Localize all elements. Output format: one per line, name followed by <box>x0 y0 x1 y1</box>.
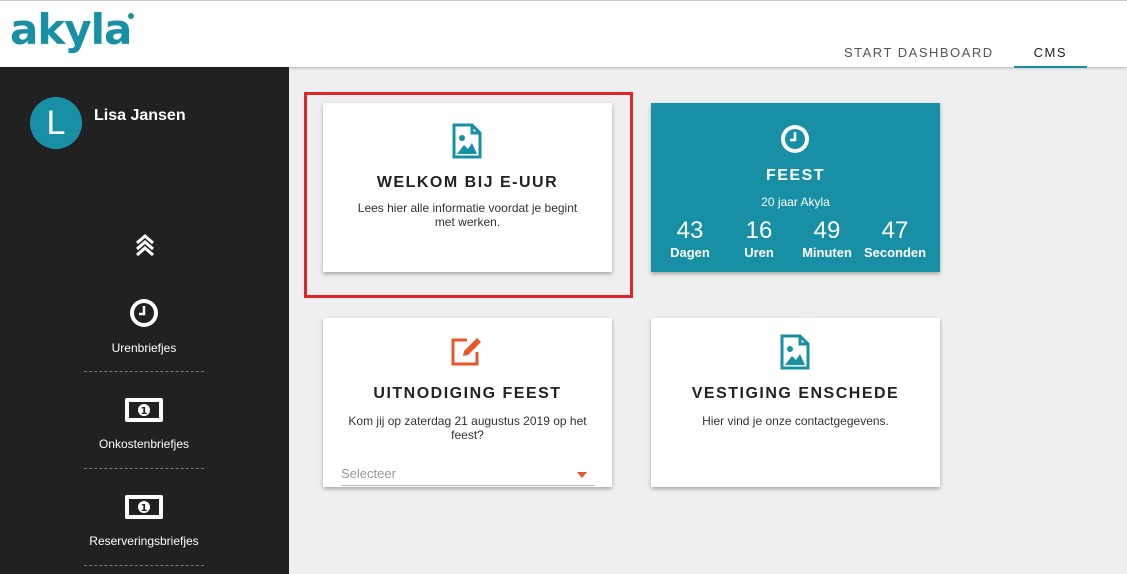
countdown-days: 43 Dagen <box>655 217 725 260</box>
image-file-icon <box>780 334 810 370</box>
akyla-logo[interactable]: akyla <box>10 9 132 51</box>
rsvp-select[interactable]: Selecteer <box>341 460 595 486</box>
card-title: WELKOM BIJ E-UUR <box>376 174 559 191</box>
sidebar-item-label: Urenbriefjes <box>111 341 177 355</box>
menu-divider <box>84 371 204 372</box>
svg-text:1: 1 <box>141 503 148 514</box>
select-placeholder: Selecteer <box>341 466 396 481</box>
card-title: UITNODIGING FEEST <box>373 385 562 402</box>
card-uitnodiging[interactable]: UITNODIGING FEEST Kom jij op zaterdag 21… <box>323 318 612 487</box>
sidebar-item-label: Onkostenbriefjes <box>98 437 190 451</box>
card-feest[interactable]: FEEST 20 jaar Akyla 43 Dagen 16 Uren 49 … <box>651 103 940 272</box>
countdown-value: 43 <box>676 217 704 244</box>
countdown-hours: 16 Uren <box>724 217 794 260</box>
sidebar: L Lisa Jansen Urenbriefjes 1 Onkostenbri… <box>0 67 289 574</box>
clock-icon <box>781 125 809 153</box>
card-text: Kom jij op zaterdag 21 augustus 2019 op … <box>348 414 587 442</box>
card-text: Hier vind je onze contactgegevens. <box>702 414 889 428</box>
user-name: Lisa Jansen <box>94 107 186 124</box>
countdown-value: 47 <box>881 217 909 244</box>
image-file-icon <box>452 123 482 159</box>
svg-text:1: 1 <box>141 406 148 417</box>
clock-icon <box>130 299 158 327</box>
sidebar-item-reserveringsbriefjes[interactable]: 1 Reserveringsbriefjes <box>84 494 204 548</box>
card-welkom[interactable]: WELKOM BIJ E-UUR Lees hier alle informat… <box>323 103 612 272</box>
card-subtitle: 20 jaar Akyla <box>761 195 830 209</box>
card-title: FEEST <box>765 167 826 184</box>
countdown-label: Uren <box>744 245 774 260</box>
menu-divider <box>84 468 204 469</box>
countdown-value: 49 <box>813 217 841 244</box>
countdown-seconds: 47 Seconden <box>860 217 930 260</box>
card-text: Lees hier alle informatie voordat je beg… <box>357 201 578 229</box>
top-nav: START DASHBOARD CMS <box>824 37 1087 68</box>
sidebar-item-onkostenbriefjes[interactable]: 1 Onkostenbriefjes <box>84 397 204 451</box>
top-header: akyla START DASHBOARD CMS <box>0 0 1127 68</box>
menu-divider <box>84 565 204 566</box>
countdown-minutes: 49 Minuten <box>792 217 862 260</box>
tab-cms[interactable]: CMS <box>1013 37 1087 68</box>
sidebar-item-label: Reserveringsbriefjes <box>89 534 199 548</box>
countdown-label: Seconden <box>863 245 927 260</box>
countdown-label: Dagen <box>670 245 710 260</box>
card-vestiging[interactable]: VESTIGING ENSCHEDE Hier vind je onze con… <box>651 318 940 487</box>
card-title: VESTIGING ENSCHEDE <box>691 385 900 402</box>
sidebar-item-urenbriefjes[interactable]: Urenbriefjes <box>84 297 204 355</box>
edit-icon <box>451 338 481 366</box>
double-chevron-up-icon[interactable] <box>134 232 156 256</box>
tab-start-dashboard[interactable]: START DASHBOARD <box>824 37 1014 68</box>
banknote-icon: 1 <box>125 398 163 422</box>
countdown-value: 16 <box>745 217 773 244</box>
logo-dot <box>128 13 134 19</box>
countdown-label: Minuten <box>802 245 852 260</box>
banknote-icon: 1 <box>125 495 163 519</box>
chevron-down-icon <box>577 472 587 478</box>
avatar[interactable]: L <box>30 97 82 149</box>
